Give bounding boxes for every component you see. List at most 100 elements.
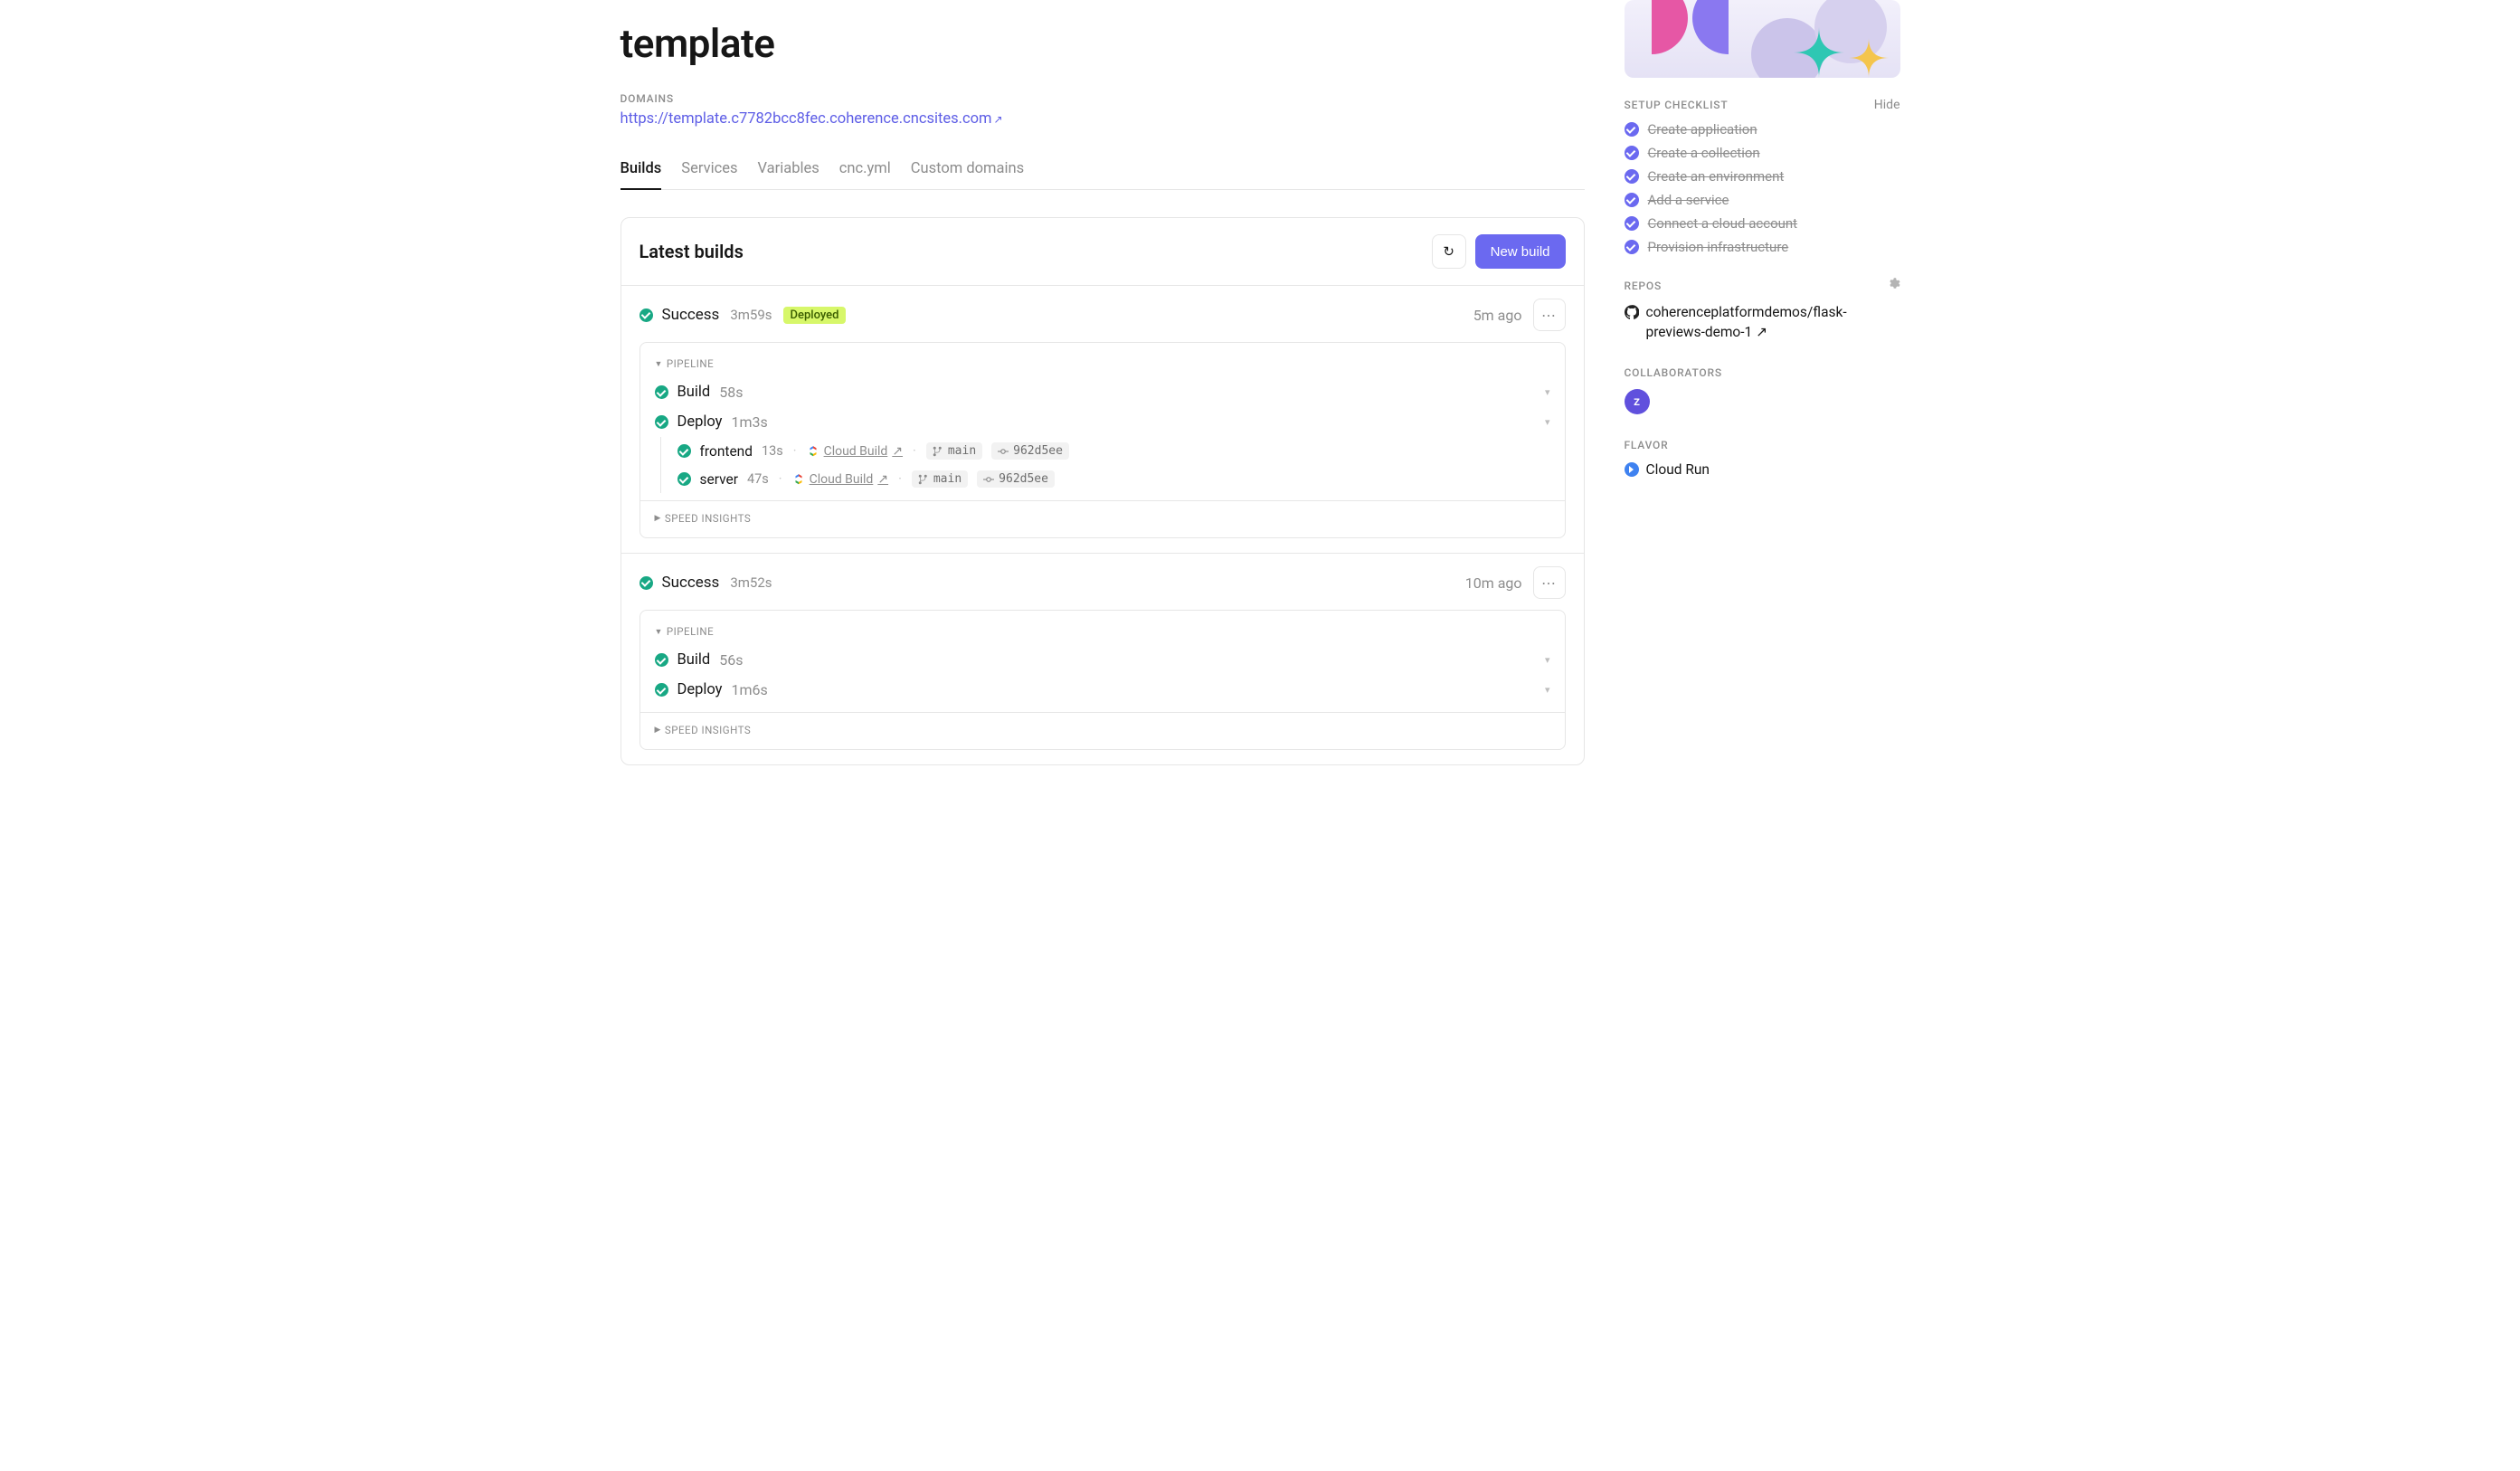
stage-name: Build: [677, 384, 711, 401]
external-link-icon: ↗: [1756, 324, 1767, 340]
triangle-right-icon: ▶: [655, 726, 661, 735]
stage-row[interactable]: Deploy 1m6s ▾: [655, 675, 1550, 705]
commit-pill: 962d5ee: [977, 470, 1055, 488]
build-timestamp: 5m ago: [1473, 307, 1522, 324]
domains-label: DOMAINS: [621, 92, 1585, 105]
refresh-icon: ↻: [1443, 243, 1454, 260]
cloud-build-link[interactable]: Cloud Build ↗: [807, 444, 903, 459]
checklist-item: Provision infrastructure: [1625, 239, 1900, 255]
stage-name: Build: [677, 651, 711, 669]
tab-variables[interactable]: Variables: [758, 160, 819, 190]
external-link-icon: ↗: [892, 444, 903, 459]
check-icon: [1625, 240, 1639, 254]
github-icon: [1625, 305, 1639, 319]
checklist-item: Create an environment: [1625, 168, 1900, 185]
tab-custom-domains[interactable]: Custom domains: [911, 160, 1024, 190]
speed-insights-label: SPEED INSIGHTS: [665, 724, 751, 736]
expand-caret-icon[interactable]: ▾: [1545, 684, 1550, 696]
substep-duration: 47s: [747, 471, 769, 487]
stage-name: Deploy: [677, 413, 723, 431]
success-icon: [677, 472, 691, 486]
pipeline-label: PIPELINE: [667, 625, 714, 638]
domain-url-link[interactable]: https://template.c7782bcc8fec.coherence.…: [621, 110, 1003, 128]
expand-caret-icon[interactable]: ▾: [1545, 386, 1550, 398]
latest-builds-panel: Latest builds ↻ New build Success 3m59s: [621, 217, 1585, 765]
cloud-build-icon: [807, 445, 819, 458]
domain-url-text: https://template.c7782bcc8fec.coherence.…: [621, 110, 992, 128]
collaborators-heading: COLLABORATORS: [1625, 366, 1722, 379]
deployed-badge: Deployed: [783, 307, 847, 324]
repo-name: coherenceplatformdemos/flask-previews-de…: [1646, 304, 1847, 340]
hide-checklist-button[interactable]: Hide: [1874, 98, 1900, 112]
check-icon: [1625, 169, 1639, 184]
stage-duration: 1m3s: [731, 413, 767, 431]
check-icon: [1625, 216, 1639, 231]
pipeline-label: PIPELINE: [667, 357, 714, 370]
sidebar-hero: [1625, 0, 1900, 78]
check-icon: [1625, 146, 1639, 160]
triangle-down-icon: ▼: [655, 359, 663, 369]
setup-checklist: Create application Create a collection C…: [1625, 121, 1900, 255]
branch-pill: main: [912, 470, 968, 488]
check-icon: [1625, 122, 1639, 137]
tab-builds[interactable]: Builds: [621, 160, 662, 190]
speed-insights-toggle[interactable]: ▶ SPEED INSIGHTS: [655, 720, 1550, 744]
build-more-button[interactable]: ⋯: [1533, 566, 1566, 599]
speed-insights-toggle[interactable]: ▶ SPEED INSIGHTS: [655, 508, 1550, 532]
flavor-row: Cloud Run: [1625, 461, 1900, 478]
success-icon: [677, 444, 691, 458]
commit-icon: [983, 474, 994, 485]
refresh-button[interactable]: ↻: [1432, 234, 1466, 269]
substep-name: frontend: [700, 443, 753, 460]
panel-title: Latest builds: [639, 241, 744, 262]
stage-row[interactable]: Build 58s ▾: [655, 377, 1550, 407]
commit-icon: [998, 446, 1009, 457]
page-title: template: [621, 20, 1585, 67]
success-icon: [655, 415, 668, 429]
checklist-item: Create application: [1625, 121, 1900, 138]
branch-icon: [918, 474, 929, 485]
gear-icon: [1887, 277, 1900, 290]
build-status: Success: [662, 574, 720, 592]
build-more-button[interactable]: ⋯: [1533, 299, 1566, 331]
commit-pill: 962d5ee: [991, 442, 1069, 460]
stage-row[interactable]: Build 56s ▾: [655, 645, 1550, 675]
flavor-heading: FLAVOR: [1625, 439, 1669, 451]
new-build-button[interactable]: New build: [1475, 234, 1566, 269]
cloud-run-icon: [1625, 462, 1639, 477]
success-icon: [639, 308, 653, 322]
checklist-item: Add a service: [1625, 192, 1900, 208]
external-link-icon: ↗: [877, 472, 888, 487]
repo-link[interactable]: coherenceplatformdemos/flask-previews-de…: [1625, 303, 1900, 342]
build-duration: 3m52s: [730, 574, 772, 591]
more-icon: ⋯: [1541, 307, 1557, 324]
tab-services[interactable]: Services: [681, 160, 737, 190]
more-icon: ⋯: [1541, 574, 1557, 592]
stage-duration: 56s: [719, 651, 743, 669]
substep-duration: 13s: [762, 443, 783, 459]
stage-row[interactable]: Deploy 1m3s ▾: [655, 407, 1550, 437]
build-status: Success: [662, 306, 720, 324]
branch-pill: main: [926, 442, 982, 460]
cloud-build-link[interactable]: Cloud Build ↗: [792, 472, 888, 487]
expand-caret-icon[interactable]: ▾: [1545, 654, 1550, 666]
substeps: frontend 13s · Cloud Build ↗: [660, 437, 1550, 493]
tabs: Builds Services Variables cnc.yml Custom…: [621, 160, 1585, 190]
tab-cnc-yml[interactable]: cnc.yml: [839, 160, 891, 190]
pipeline-panel: ▼ PIPELINE Build 56s ▾ Deploy 1m6s ▾: [639, 610, 1566, 750]
flavor-name: Cloud Run: [1646, 461, 1710, 478]
collaborator-avatar[interactable]: z: [1625, 389, 1650, 414]
substep-row: server 47s · Cloud Build ↗: [677, 465, 1550, 493]
repos-heading: REPOS: [1625, 280, 1663, 292]
success-icon: [639, 576, 653, 590]
pipeline-panel: ▼ PIPELINE Build 58s ▾ Deploy 1m3s ▾: [639, 342, 1566, 538]
repos-settings-button[interactable]: [1887, 277, 1900, 294]
stage-name: Deploy: [677, 681, 723, 698]
expand-caret-icon[interactable]: ▾: [1545, 416, 1550, 428]
success-icon: [655, 385, 668, 399]
pipeline-toggle[interactable]: ▼ PIPELINE: [655, 354, 1550, 377]
triangle-down-icon: ▼: [655, 627, 663, 637]
build-timestamp: 10m ago: [1465, 574, 1522, 592]
pipeline-toggle[interactable]: ▼ PIPELINE: [655, 622, 1550, 645]
stage-duration: 58s: [719, 384, 743, 401]
